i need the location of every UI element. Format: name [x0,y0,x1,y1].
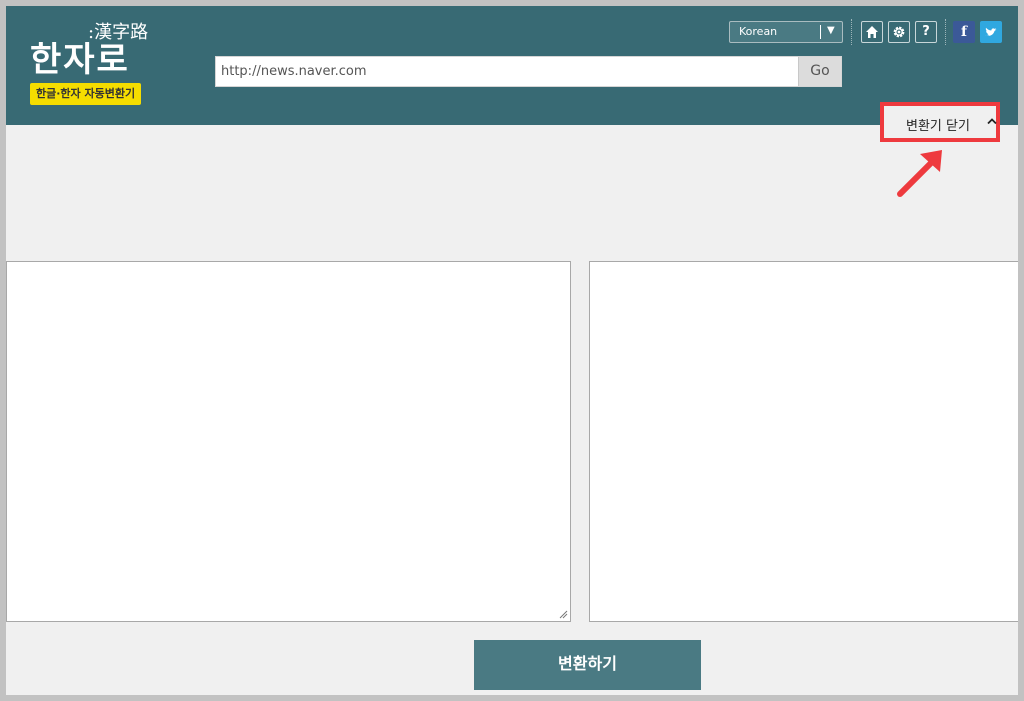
go-button[interactable]: Go [798,57,841,86]
twitter-button[interactable] [980,21,1002,43]
help-icon: ? [922,24,930,39]
settings-button[interactable] [888,21,910,43]
output-textarea[interactable] [590,262,1018,621]
close-converter-label: 변환기 닫기 [906,119,970,134]
url-input[interactable] [216,57,800,86]
logo-badge: 한글·한자 자동변환기 [30,83,142,105]
help-button[interactable]: ? [915,21,937,43]
toolbar-divider [945,19,947,45]
app-frame: :漢字路 한자로 한글·한자 자동변환기 Go Korean ▼ ? [6,6,1018,695]
home-icon [866,26,878,38]
close-converter-button[interactable]: 변환기 닫기 [880,102,1000,142]
gear-icon [893,26,905,38]
chevron-up-icon [987,118,997,125]
logo-title[interactable]: 한자로 [30,32,130,81]
language-selected: Korean [739,25,778,38]
dropdown-arrow-icon: ▼ [827,25,835,36]
home-button[interactable] [861,21,883,43]
url-bar: Go [215,56,842,87]
convert-button[interactable]: 변환하기 [474,640,701,690]
resize-grip-icon[interactable] [559,610,568,619]
language-divider [820,25,821,39]
facebook-icon: f [960,24,968,40]
output-pane [589,261,1018,622]
annotation-arrow-icon [897,150,942,197]
input-textarea[interactable] [7,262,570,621]
input-pane [6,261,571,622]
facebook-button[interactable]: f [953,21,975,43]
site-header: :漢字路 한자로 한글·한자 자동변환기 Go Korean ▼ ? [6,6,1018,125]
toolbar-divider [851,19,853,45]
language-select[interactable]: Korean ▼ [729,21,843,43]
twitter-icon [985,27,997,36]
